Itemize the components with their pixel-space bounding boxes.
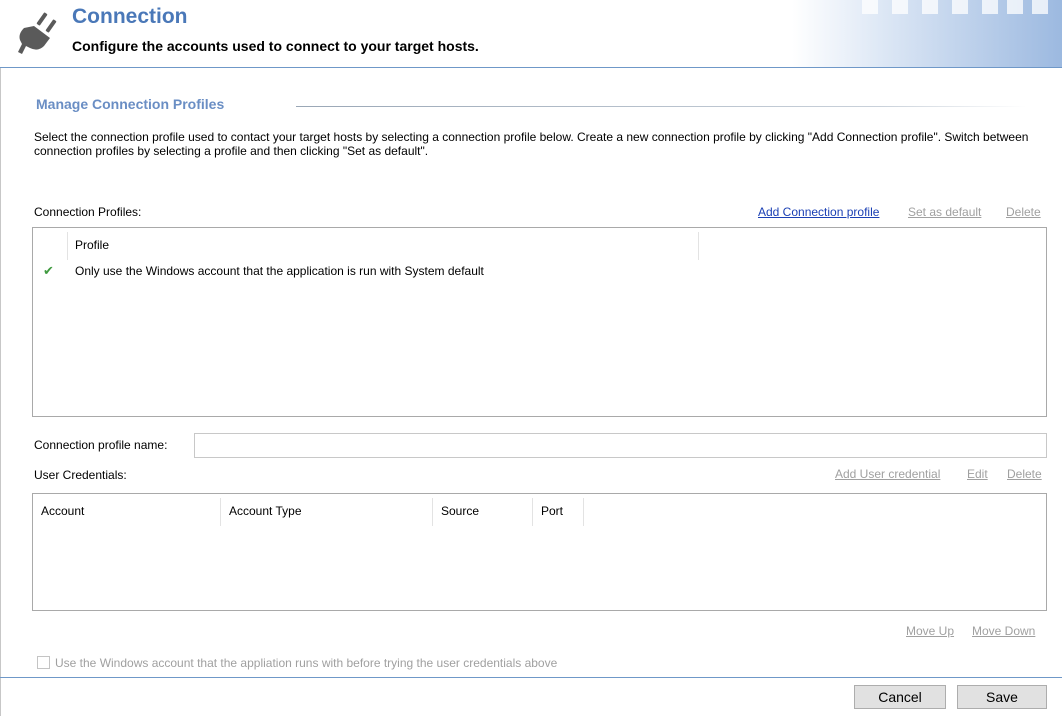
page-header: Connection Configure the accounts used t… <box>0 0 1062 68</box>
move-down-link[interactable]: Move Down <box>972 624 1035 638</box>
page-title: Connection <box>72 5 188 28</box>
move-up-link[interactable]: Move Up <box>906 624 954 638</box>
save-button[interactable]: Save <box>957 685 1047 709</box>
plug-icon <box>18 12 57 54</box>
cancel-button[interactable]: Cancel <box>854 685 946 709</box>
column-header-account-type[interactable]: Account Type <box>229 504 302 518</box>
user-credentials-label: User Credentials: <box>34 468 127 482</box>
footer-divider <box>0 677 1062 678</box>
column-header-profile[interactable]: Profile <box>75 238 109 252</box>
connection-profiles-label: Connection Profiles: <box>34 205 142 219</box>
section-heading: Manage Connection Profiles <box>36 96 225 112</box>
add-connection-profile-link[interactable]: Add Connection profile <box>758 205 879 219</box>
column-header-account[interactable]: Account <box>41 504 84 518</box>
connection-profile-name-label: Connection profile name: <box>34 438 168 452</box>
delete-profile-link[interactable]: Delete <box>1006 205 1041 219</box>
section-description: Select the connection profile used to co… <box>34 130 1029 158</box>
connection-profiles-list[interactable]: Profile ✔ Only use the Windows account t… <box>32 227 1047 417</box>
use-windows-account-checkbox[interactable] <box>37 656 50 669</box>
column-header-port[interactable]: Port <box>541 504 563 518</box>
header-decoration <box>792 0 1062 67</box>
profile-name: Only use the Windows account that the ap… <box>75 264 484 278</box>
set-as-default-link[interactable]: Set as default <box>908 205 981 219</box>
checkmark-icon: ✔ <box>43 263 54 278</box>
edit-credential-link[interactable]: Edit <box>967 467 988 481</box>
add-user-credential-link[interactable]: Add User credential <box>835 467 940 481</box>
user-credentials-list[interactable]: Account Account Type Source Port <box>32 493 1047 611</box>
column-header-source[interactable]: Source <box>441 504 479 518</box>
list-item[interactable]: ✔ Only use the Windows account that the … <box>33 260 1046 282</box>
delete-credential-link[interactable]: Delete <box>1007 467 1042 481</box>
page-subtitle: Configure the accounts used to connect t… <box>72 38 479 54</box>
connection-profile-name-input[interactable] <box>194 433 1047 458</box>
use-windows-account-label: Use the Windows account that the appliat… <box>55 656 558 670</box>
section-divider <box>296 106 1026 107</box>
window-left-border <box>0 0 1 716</box>
